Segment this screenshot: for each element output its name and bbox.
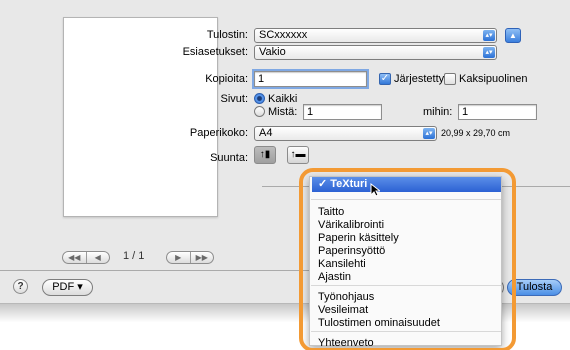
paper-dimensions: 20,99 x 29,70 cm: [441, 128, 511, 138]
menu-item-tulostimen-ominaisuudet[interactable]: Tulostimen ominaisuudet: [318, 317, 440, 329]
portrait-orientation-icon[interactable]: ↑▮: [254, 146, 276, 164]
left-arrow-icon[interactable]: ◀: [85, 252, 110, 263]
double-left-arrow-icon[interactable]: ◀◀: [63, 252, 86, 263]
pages-from-label: Mistä:: [268, 106, 298, 118]
paper-size-label: Paperikoko:: [189, 127, 248, 139]
pdf-button[interactable]: PDF ▾: [42, 279, 93, 296]
triangle-up-icon[interactable]: ▲: [505, 28, 521, 43]
collated-checkbox[interactable]: ✓: [379, 73, 391, 85]
divider-settings: [262, 186, 310, 187]
copies-field[interactable]: 1: [254, 71, 367, 87]
divider-footer: [0, 270, 309, 271]
collated-label: Järjestetty: [394, 73, 445, 85]
menu-item-kansilehti[interactable]: Kansilehti: [318, 258, 366, 270]
pane-popup-menu: ✓ TeXturi Taitto Värikalibrointi Paperin…: [309, 176, 502, 349]
presets-value: Vakio: [259, 46, 286, 58]
landscape-orientation-icon[interactable]: ↑▬: [287, 146, 309, 164]
popup-arrows-icon: ▴▾: [483, 47, 495, 58]
pages-to-label: mihin:: [423, 106, 453, 118]
double-right-arrow-icon[interactable]: ▶▶: [189, 252, 214, 263]
paper-size-value: A4: [259, 127, 273, 139]
help-button[interactable]: ?: [13, 279, 28, 294]
popup-arrows-icon: ▴▾: [423, 128, 435, 139]
orientation-label: Suunta:: [210, 152, 248, 164]
popup-arrows-icon: ▴▾: [483, 30, 495, 41]
preview-forward-buttons: ▶ ▶▶: [166, 251, 214, 264]
menu-item-varikalibrointi[interactable]: Värikalibrointi: [318, 219, 384, 231]
menu-separator: [311, 331, 501, 332]
paper-size-popup[interactable]: A4 ▴▾: [254, 126, 437, 141]
menu-item-taitto[interactable]: Taitto: [318, 206, 344, 218]
printer-value: SCxxxxxx: [259, 29, 308, 41]
menu-item-yhteenveto[interactable]: Yhteenveto: [318, 337, 374, 349]
menu-separator: [311, 285, 501, 286]
preview-back-buttons: ◀◀ ◀: [62, 251, 110, 264]
divider-settings-right: [502, 186, 570, 187]
printer-popup[interactable]: SCxxxxxx ▴▾: [254, 28, 497, 43]
pages-from-field[interactable]: 1: [303, 104, 382, 120]
pages-all-radio[interactable]: [254, 93, 265, 104]
pages-to-field[interactable]: 1: [458, 104, 537, 120]
presets-popup[interactable]: Vakio ▴▾: [254, 45, 497, 60]
pages-label: Sivut:: [220, 93, 248, 105]
mouse-pointer-icon: [370, 183, 380, 197]
presets-label: Esiasetukset:: [182, 46, 248, 58]
right-arrow-icon[interactable]: ▶: [167, 252, 190, 263]
duplex-checkbox[interactable]: [444, 73, 456, 85]
menu-item-paperin-kasittely[interactable]: Paperin käsittely: [318, 232, 399, 244]
menu-separator: [311, 199, 501, 200]
print-button[interactable]: Tulosta: [507, 279, 562, 296]
menu-item-vesileimat[interactable]: Vesileimat: [318, 304, 368, 316]
menu-item-ajastin[interactable]: Ajastin: [318, 271, 351, 283]
printer-label: Tulostin:: [206, 29, 248, 41]
pages-all-label: Kaikki: [268, 93, 298, 105]
pages-range-radio[interactable]: [254, 106, 265, 117]
menu-item-tyonohjaus[interactable]: Työnohjaus: [318, 291, 374, 303]
duplex-label: Kaksipuolinen: [459, 73, 528, 85]
copies-label: Kopioita:: [205, 73, 248, 85]
page-indicator: 1 / 1: [123, 250, 145, 262]
menu-item-texturi[interactable]: ✓ TeXturi: [312, 177, 501, 192]
menu-item-paperinsyotto[interactable]: Paperinsyöttö: [318, 245, 385, 257]
